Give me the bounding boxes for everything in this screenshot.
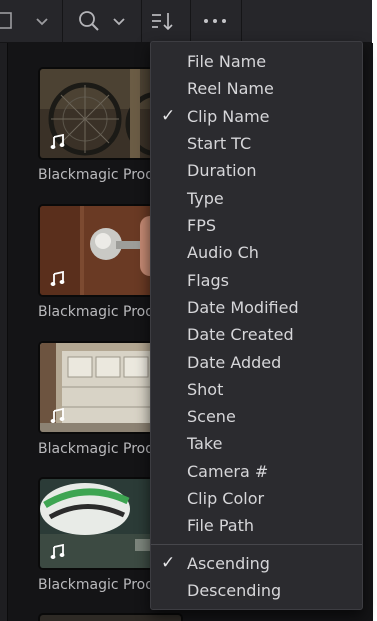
more-icon <box>204 19 226 23</box>
view-mode-icon <box>0 12 48 29</box>
sort-by-flags[interactable]: Flags <box>151 267 362 294</box>
clip-thumbnail-5[interactable] <box>38 613 183 621</box>
chevron-down-icon <box>113 18 125 26</box>
clip-thumbnail-image <box>38 613 183 621</box>
sort-button[interactable] <box>142 0 190 42</box>
sort-by-file-name[interactable]: File Name <box>151 48 362 75</box>
sort-by-date-created[interactable]: Date Created <box>151 321 362 348</box>
sort-by-file-path[interactable]: File Path <box>151 512 362 539</box>
sort-by-fps[interactable]: FPS <box>151 212 362 239</box>
sort-by-clip-name[interactable]: ✓ Clip Name <box>151 103 362 130</box>
checkmark-icon: ✓ <box>161 553 176 573</box>
sort-by-camera-number[interactable]: Camera # <box>151 458 362 485</box>
sort-by-clip-color[interactable]: Clip Color <box>151 485 362 512</box>
sort-by-audio-ch[interactable]: Audio Ch <box>151 239 362 266</box>
media-pool-toolbar <box>0 0 372 43</box>
sort-by-date-modified[interactable]: Date Modified <box>151 294 362 321</box>
toolbar-divider <box>241 0 242 42</box>
audio-note-icon <box>50 271 65 286</box>
audio-note-icon <box>50 134 65 149</box>
sort-icon <box>152 13 173 31</box>
sort-by-shot[interactable]: Shot <box>151 376 362 403</box>
sort-by-reel-name[interactable]: Reel Name <box>151 75 362 102</box>
audio-note-icon <box>50 408 65 423</box>
sort-menu: File Name Reel Name ✓ Clip Name Start TC… <box>150 41 363 610</box>
media-pool-panel: Blackmagic Production Camera 4K <box>0 0 373 621</box>
sort-by-type[interactable]: Type <box>151 185 362 212</box>
menu-divider <box>151 544 362 545</box>
sort-order-ascending[interactable]: ✓ Ascending <box>151 550 362 577</box>
sort-by-scene[interactable]: Scene <box>151 403 362 430</box>
more-options-button[interactable] <box>191 0 241 42</box>
view-mode-dropdown[interactable] <box>0 0 62 42</box>
sort-by-take[interactable]: Take <box>151 430 362 457</box>
sort-by-date-added[interactable]: Date Added <box>151 349 362 376</box>
search-dropdown[interactable] <box>63 0 141 42</box>
search-icon <box>79 11 125 31</box>
checkmark-icon: ✓ <box>161 106 176 126</box>
audio-note-icon <box>50 544 65 559</box>
sort-by-duration[interactable]: Duration <box>151 157 362 184</box>
sort-order-descending[interactable]: Descending <box>151 577 362 604</box>
sort-by-start-tc[interactable]: Start TC <box>151 130 362 157</box>
